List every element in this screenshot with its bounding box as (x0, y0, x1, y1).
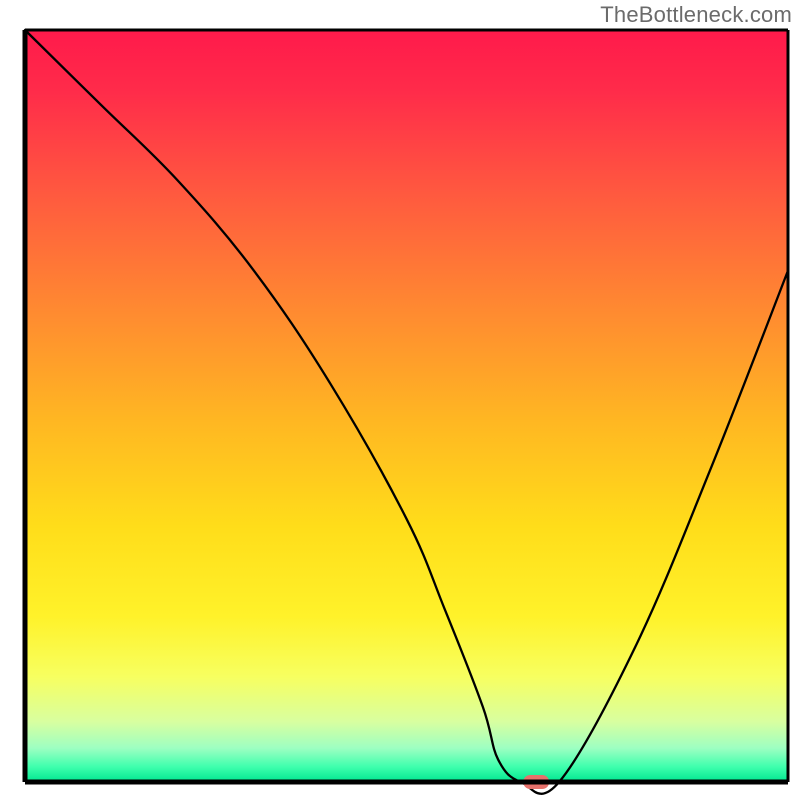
bottleneck-chart (0, 0, 800, 800)
watermark-label: TheBottleneck.com (600, 2, 792, 28)
chart-container: TheBottleneck.com (0, 0, 800, 800)
